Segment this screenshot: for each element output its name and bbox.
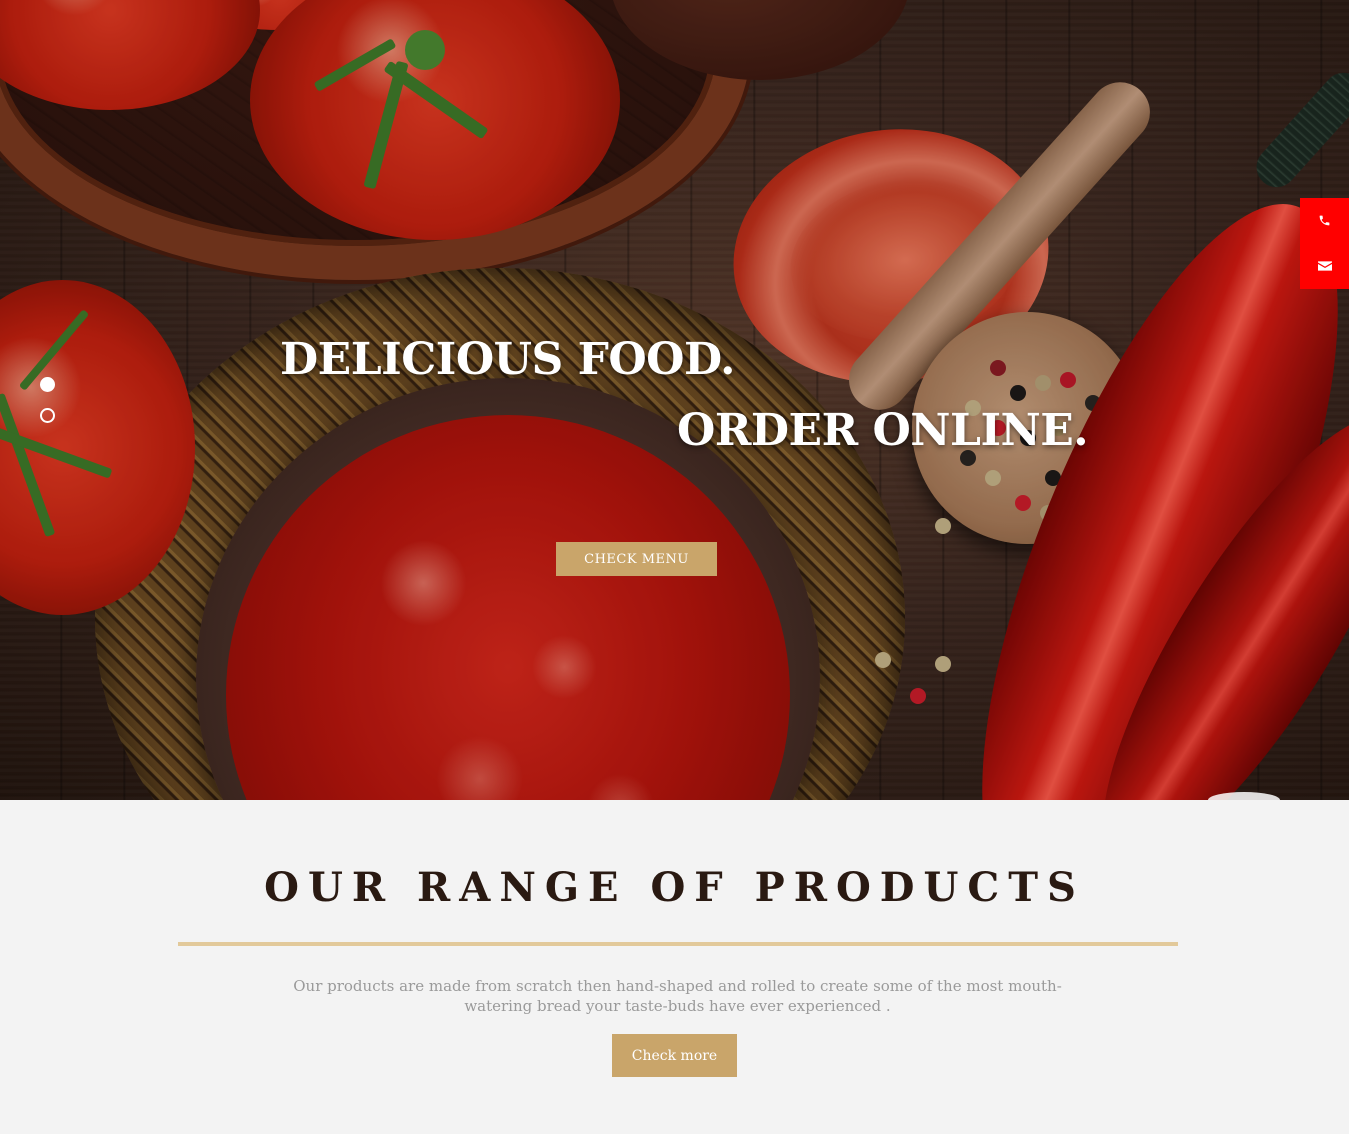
hero-overlay (0, 0, 1349, 800)
phone-button[interactable] (1300, 198, 1349, 243)
products-title: OUR RANGE OF PRODUCTS (264, 864, 1085, 911)
phone-icon (1319, 215, 1330, 226)
check-more-button[interactable]: Check more (612, 1034, 737, 1077)
hero-headline-line1: DELICIOUS FOOD. (280, 334, 735, 385)
check-menu-button[interactable]: CHECK MENU (556, 542, 717, 576)
slide-dot-2[interactable] (40, 408, 55, 423)
products-section: OUR RANGE OF PRODUCTS Our products are m… (0, 800, 1349, 1134)
title-divider (178, 942, 1178, 946)
hero-headline-line2: ORDER ONLINE. (677, 405, 1089, 456)
products-description: Our products are made from scratch then … (293, 977, 1062, 1015)
hero-banner: DELICIOUS FOOD. ORDER ONLINE. CHECK MENU (0, 0, 1349, 800)
email-button[interactable] (1300, 243, 1349, 288)
slide-dot-1[interactable] (40, 377, 55, 392)
envelope-icon (1317, 260, 1332, 271)
slider-pagination (40, 377, 55, 439)
contact-sidebar (1300, 198, 1349, 289)
